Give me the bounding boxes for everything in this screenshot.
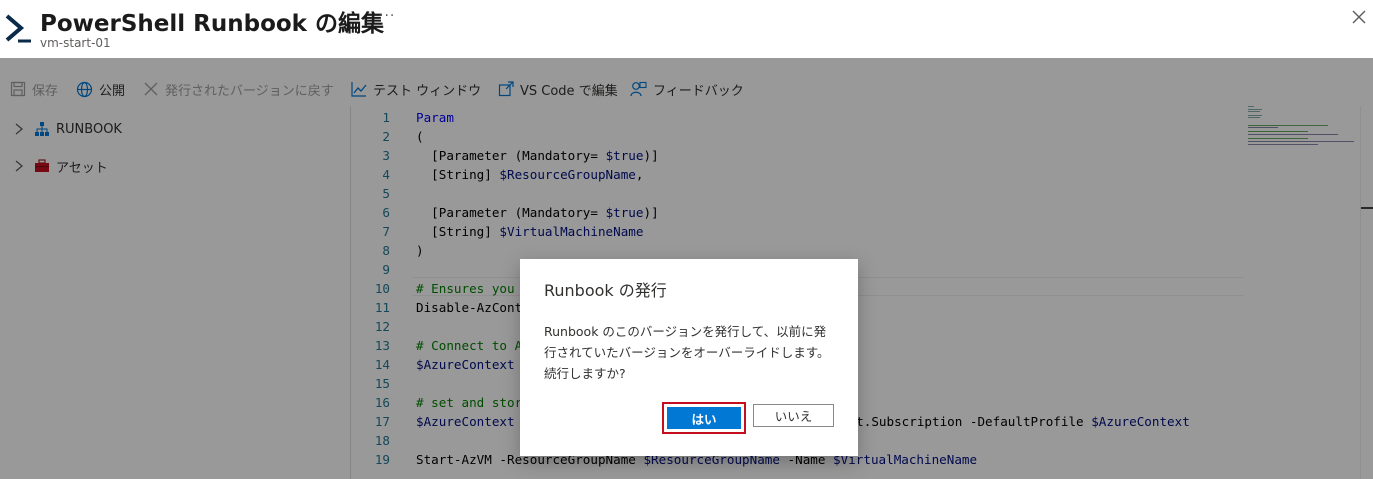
page-title: PowerShell Runbook の編集 [40, 11, 384, 37]
publish-dialog: Runbook の発行 Runbook のこのバージョンを発行して、以前に発行さ… [520, 259, 858, 456]
page-subtitle: vm-start-01 [40, 36, 111, 50]
blade-header: PowerShell Runbook の編集 ··· vm-start-01 [0, 0, 1373, 58]
yes-button[interactable]: はい [667, 407, 741, 429]
dialog-message: Runbook のこのバージョンを発行して、以前に発行されていたバージョンをオー… [544, 324, 830, 381]
close-icon[interactable] [1350, 8, 1368, 26]
powershell-icon [5, 14, 31, 43]
dialog-title: Runbook の発行 [544, 281, 667, 300]
more-options-icon[interactable]: ··· [379, 8, 395, 24]
yes-button-highlight: はい [662, 402, 746, 434]
no-button[interactable]: いいえ [753, 404, 834, 427]
